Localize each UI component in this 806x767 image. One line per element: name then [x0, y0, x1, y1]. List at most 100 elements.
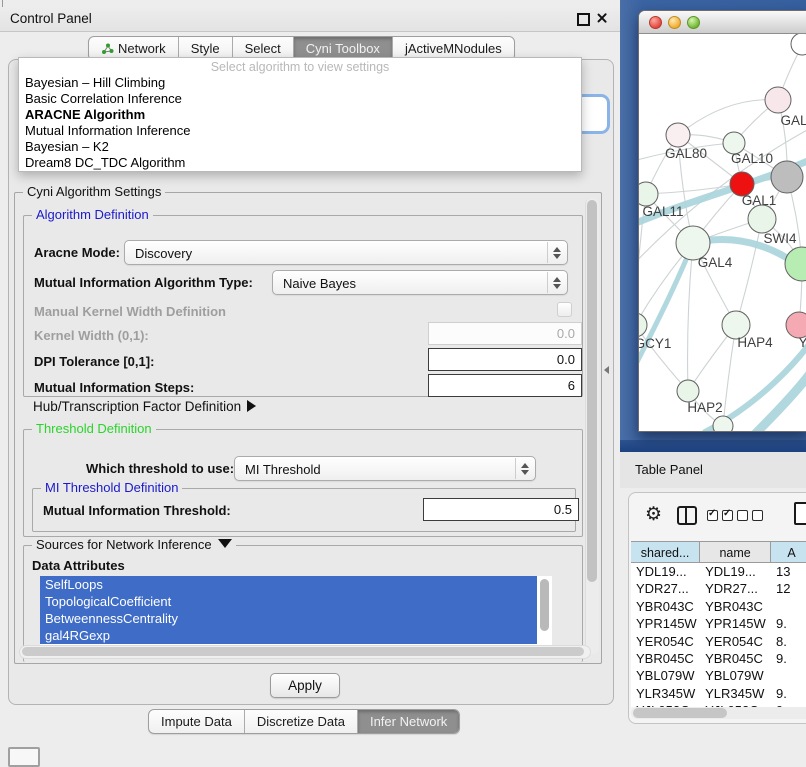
list-scrollbar-thumb[interactable]	[540, 579, 549, 631]
table-row[interactable]: YDL19...YDL19...13	[631, 563, 806, 580]
stepper-icon	[547, 242, 566, 263]
network-icon	[101, 43, 114, 55]
tab-impute-data[interactable]: Impute Data	[149, 710, 244, 733]
mi-algorithm-type-combobox[interactable]: Naive Bayes	[272, 270, 568, 295]
algorithm-option[interactable]: Basic Correlation Inference	[19, 91, 581, 107]
network-edge[interactable]	[688, 243, 693, 391]
algorithm-popup-items: Bayesian – Hill ClimbingBasic Correlatio…	[19, 75, 581, 171]
algorithm-option[interactable]: Dream8 DC_TDC Algorithm	[19, 155, 581, 171]
table-cell: 9.	[771, 650, 806, 667]
show-checked-columns-icon[interactable]	[707, 510, 733, 521]
table-row[interactable]: YBR045CYBR045C9.	[631, 650, 806, 667]
columns-icon[interactable]	[677, 506, 697, 525]
gear-icon[interactable]: ⚙	[645, 504, 662, 526]
minimize-traffic-light-icon[interactable]	[668, 16, 681, 29]
tab-infer-network-label: Infer Network	[370, 710, 447, 733]
close-icon[interactable]	[596, 12, 608, 24]
table-row[interactable]: YDR27...YDR27...12	[631, 580, 806, 597]
network-node[interactable]	[771, 161, 803, 193]
data-attribute-item[interactable]: BetweennessCentrality	[40, 610, 537, 627]
network-node-swi4[interactable]	[748, 205, 776, 233]
column-header[interactable]: shared...	[631, 541, 700, 563]
column-header[interactable]: A	[771, 541, 806, 563]
network-edge[interactable]	[639, 325, 688, 391]
algorithm-placeholder: Select algorithm to view settings	[19, 59, 581, 75]
scrollbar-thumb[interactable]	[587, 200, 597, 582]
table-horizontal-scrollbar[interactable]	[631, 707, 806, 719]
zoom-traffic-light-icon[interactable]	[687, 16, 700, 29]
network-node-hap2[interactable]	[677, 380, 699, 402]
table-header-row: shared...nameA	[631, 541, 806, 563]
table-cell: YLR345W	[700, 685, 771, 702]
settings-vertical-scrollbar[interactable]	[585, 198, 599, 654]
page-icon[interactable]	[794, 502, 806, 525]
settings-horizontal-scrollbar[interactable]	[19, 645, 591, 659]
hub-definition-label: Hub/Transcription Factor Definition	[33, 399, 241, 414]
network-node[interactable]	[713, 416, 733, 431]
manual-kernel-width-checkbox[interactable]	[557, 302, 572, 317]
apply-button[interactable]: Apply	[270, 673, 340, 698]
float-panel-icon[interactable]	[577, 13, 590, 26]
minimized-panel-icon[interactable]	[8, 747, 40, 767]
network-node-label: GAL11	[642, 204, 683, 219]
threshold-definition-group: Threshold Definition Which threshold to …	[23, 429, 583, 537]
tab-impute-data-label: Impute Data	[161, 710, 232, 733]
cyni-algorithm-settings-group: Cyni Algorithm Settings Algorithm Defini…	[14, 192, 602, 664]
network-canvas-svg[interactable]: GALGAL80GAL10GAL1GAL11SWI4GAL4GCY1HAP4YH…	[639, 34, 806, 431]
mi-steps-field[interactable]: 6	[428, 374, 582, 397]
network-edge[interactable]	[736, 219, 762, 325]
dpi-tolerance-field[interactable]: 0.0	[428, 348, 582, 371]
table-cell: YBL079W	[700, 667, 771, 684]
network-edge[interactable]	[678, 100, 778, 135]
sources-group-title[interactable]: Sources for Network Inference	[32, 537, 236, 552]
which-threshold-combobox[interactable]: MI Threshold	[234, 456, 536, 481]
data-attributes-list[interactable]: SelfLoopsTopologicalCoefficientBetweenne…	[40, 576, 552, 654]
aracne-mode-combobox[interactable]: Discovery	[124, 240, 568, 265]
algorithm-option[interactable]: ARACNE Algorithm	[19, 107, 581, 123]
scrollbar-thumb[interactable]	[22, 647, 584, 656]
threshold-definition-title: Threshold Definition	[32, 421, 156, 436]
network-canvas[interactable]: GALGAL80GAL10GAL1GAL11SWI4GAL4GCY1HAP4YH…	[639, 34, 806, 431]
which-threshold-label: Which threshold to use:	[86, 461, 234, 476]
table-cell: 9.	[771, 615, 806, 632]
tab-infer-network[interactable]: Infer Network	[357, 710, 459, 733]
algorithm-option[interactable]: Bayesian – K2	[19, 139, 581, 155]
network-node[interactable]	[791, 34, 806, 55]
network-node-label: GAL	[780, 113, 806, 128]
aracne-mode-value: Discovery	[135, 246, 192, 261]
mi-threshold-field[interactable]: 0.5	[423, 498, 579, 521]
algorithm-dropdown-popup: Select algorithm to view settings Bayesi…	[18, 57, 582, 172]
table-row[interactable]: YBL079WYBL079W	[631, 667, 806, 684]
column-header[interactable]: name	[700, 541, 771, 563]
network-node-gcy1[interactable]	[639, 313, 647, 337]
algorithm-option[interactable]: Mutual Information Inference	[19, 123, 581, 139]
network-view-window[interactable]: GALGAL80GAL10GAL1GAL11SWI4GAL4GCY1HAP4YH…	[638, 10, 806, 432]
panel-splitter-arrow[interactable]	[604, 366, 609, 374]
scrollbar-thumb[interactable]	[633, 708, 727, 718]
data-attribute-item[interactable]: gal4RGexp	[40, 627, 537, 644]
table-row[interactable]: YLR345WYLR345W9.	[631, 685, 806, 702]
sources-title-label: Sources for Network Inference	[36, 537, 212, 552]
hide-columns-icon[interactable]	[737, 510, 763, 521]
table-cell	[771, 598, 806, 615]
table-cell: YBR043C	[700, 598, 771, 615]
hub-definition-toggle[interactable]: Hub/Transcription Factor Definition	[33, 399, 256, 414]
network-node-gal11[interactable]	[639, 182, 658, 206]
network-edge-highlighted[interactable]	[639, 243, 693, 374]
data-attribute-item[interactable]: TopologicalCoefficient	[40, 593, 537, 610]
close-traffic-light-icon[interactable]	[649, 16, 662, 29]
table-row[interactable]: YBR043CYBR043C	[631, 598, 806, 615]
table-row[interactable]: YPR145WYPR145W9.	[631, 615, 806, 632]
stepper-icon	[547, 272, 566, 293]
node-table[interactable]: shared...nameAYDL19...YDL19...13YDR27...…	[631, 541, 806, 707]
algorithm-option[interactable]: Bayesian – Hill Climbing	[19, 75, 581, 91]
network-node[interactable]	[785, 247, 806, 281]
network-window-titlebar[interactable]	[639, 11, 806, 34]
table-cell: YBR045C	[631, 650, 700, 667]
tab-discretize-data[interactable]: Discretize Data	[244, 710, 357, 733]
network-node-gal[interactable]	[765, 87, 791, 113]
data-attribute-item[interactable]: SelfLoops	[40, 576, 537, 593]
kernel-width-field[interactable]: 0.0	[428, 322, 582, 345]
table-row[interactable]: YER054CYER054C8.	[631, 633, 806, 650]
network-node-gal80[interactable]	[666, 123, 690, 147]
